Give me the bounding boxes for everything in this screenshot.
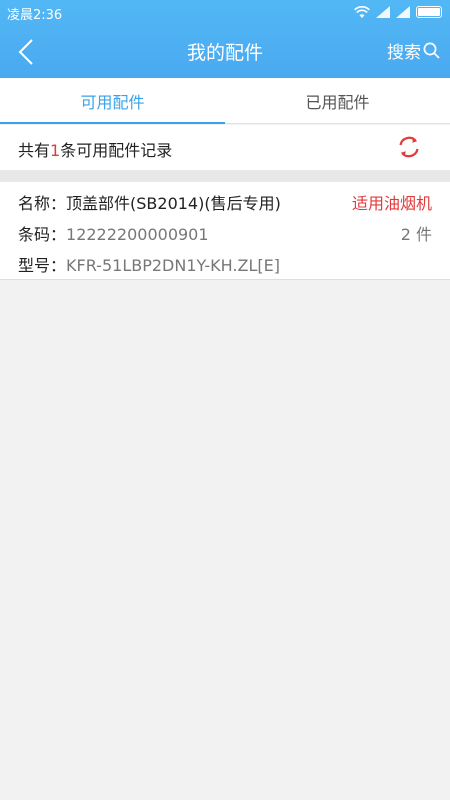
tab-label: 已用配件 (305, 93, 370, 112)
part-code: 12222200000901 (66, 225, 209, 244)
name-label: 名称： (18, 194, 67, 213)
part-name: 顶盖部件(SB2014)(售后专用) (66, 194, 281, 213)
search-button[interactable]: 搜索 (387, 38, 440, 63)
wifi-icon (354, 5, 370, 18)
record-summary: 共有1条可用配件记录 (0, 125, 450, 170)
signal-icon (396, 6, 410, 18)
search-icon (423, 42, 440, 59)
signal-icon (376, 6, 390, 18)
part-model-row: 型号：KFR-51LBP2DN1Y-KH.ZL[E] (18, 252, 432, 276)
tab-available-parts[interactable]: 可用配件 (0, 78, 225, 124)
part-code-row: 条码：12222200000901 2 件 (18, 221, 432, 245)
page-title: 我的配件 (186, 42, 263, 64)
status-time: 凌晨2:36 (7, 8, 63, 23)
summary-text: 共有1条可用配件记录 (18, 137, 172, 161)
battery-icon (416, 6, 442, 18)
tab-label: 可用配件 (80, 93, 145, 112)
status-icons (354, 4, 442, 20)
status-bar: 凌晨2:36 (0, 0, 450, 24)
part-model: KFR-51LBP2DN1Y-KH.ZL[E] (66, 256, 280, 275)
active-tab-indicator (0, 122, 225, 124)
section-divider (0, 170, 450, 182)
part-list-item[interactable]: 名称：顶盖部件(SB2014)(售后专用) 适用油烟机 条码：122222000… (0, 182, 450, 280)
model-label: 型号： (18, 256, 67, 275)
summary-prefix: 共有 (18, 141, 51, 160)
refresh-button[interactable] (396, 134, 422, 160)
app-header: 凌晨2:36 我的配件 搜索 (0, 0, 450, 78)
code-label: 条码： (18, 225, 67, 244)
record-count: 1 (50, 141, 61, 160)
title-bar: 我的配件 搜索 (0, 26, 450, 78)
part-tag: 适用油烟机 (351, 194, 432, 213)
search-label: 搜索 (387, 43, 421, 63)
part-name-row: 名称：顶盖部件(SB2014)(售后专用) 适用油烟机 (18, 190, 432, 214)
part-quantity: 2 件 (400, 225, 432, 244)
tab-bar: 可用配件 已用配件 (0, 78, 450, 124)
summary-suffix: 条可用配件记录 (60, 141, 173, 160)
tab-used-parts[interactable]: 已用配件 (225, 78, 450, 124)
refresh-icon (399, 136, 419, 158)
